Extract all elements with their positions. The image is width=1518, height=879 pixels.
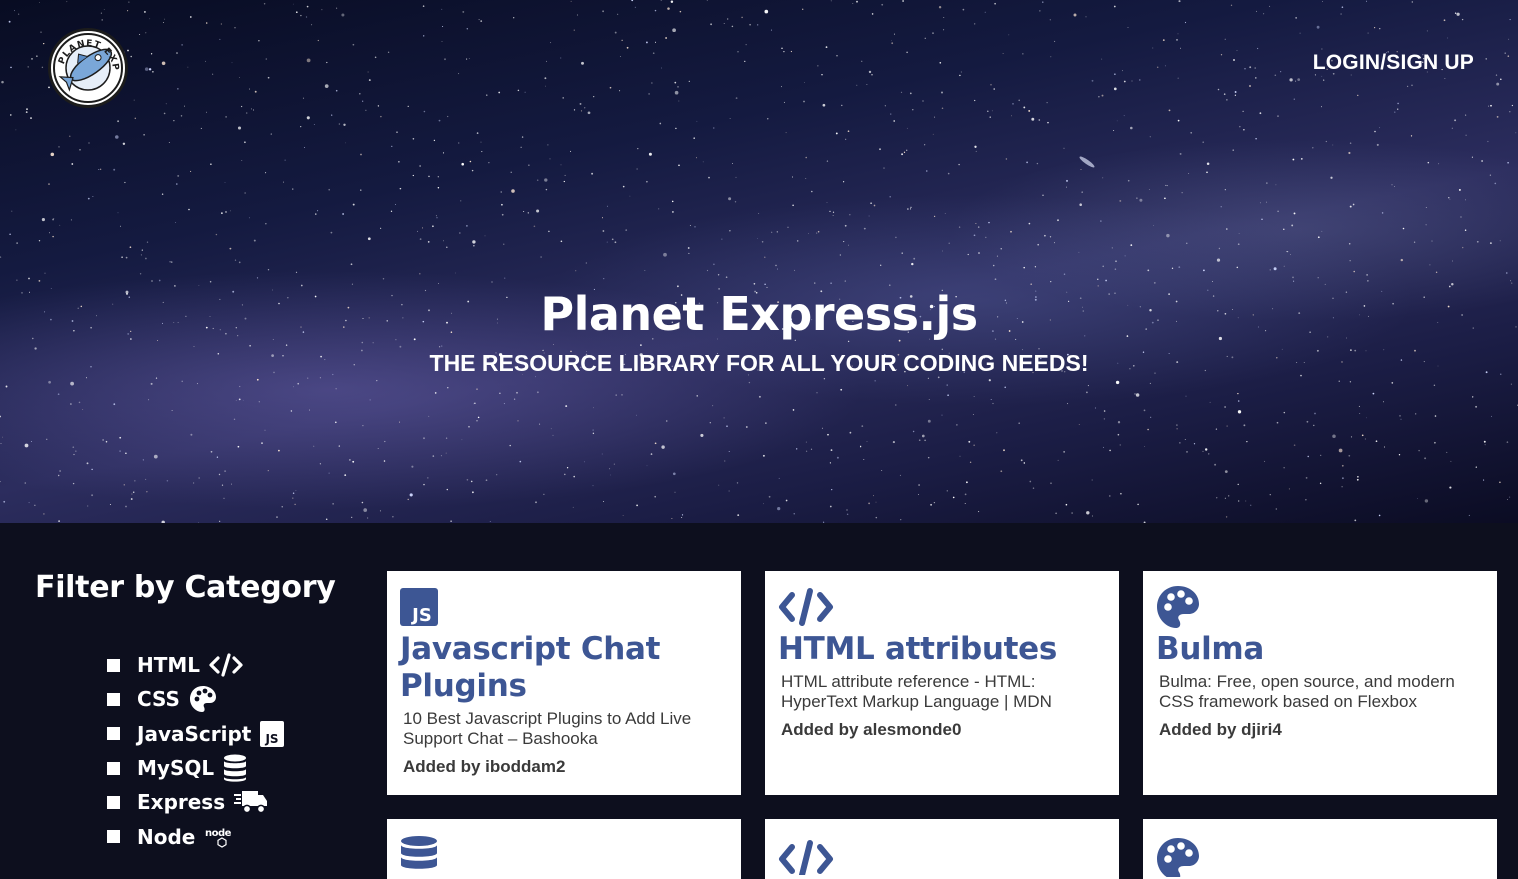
category-filter-list: HTML CSS JavaScript JS MySQL Express Nod… [107, 648, 285, 854]
filter-label-mysql: MySQL [137, 756, 215, 781]
code-icon [209, 653, 243, 677]
filter-checkbox-css[interactable] [107, 692, 120, 706]
starfield-background [0, 0, 1518, 523]
card-title[interactable]: HTML attributes [778, 631, 1103, 668]
filter-item-css[interactable]: CSS [107, 682, 284, 716]
filter-checkbox-javascript[interactable] [107, 727, 120, 741]
card-description: HTML attribute reference - HTML: HyperTe… [781, 672, 1052, 711]
filter-label-express: Express [137, 790, 226, 815]
resource-card[interactable] [387, 819, 741, 879]
resource-card[interactable]: Bulma Bulma: Free, open source, and mode… [1143, 571, 1497, 795]
svg-text:JS: JS [265, 732, 279, 746]
filter-label-javascript: JavaScript [137, 721, 252, 746]
database-icon [400, 835, 725, 875]
code-icon [778, 835, 1103, 875]
js-icon: JS [400, 587, 725, 627]
hero-subtitle: THE RESOURCE LIBRARY FOR ALL YOUR CODING… [429, 350, 1089, 376]
hero-title: Planet Express.js [540, 287, 978, 341]
card-author: Added by alesmonde0 [781, 720, 962, 739]
filter-item-javascript[interactable]: JavaScript JS [107, 717, 285, 751]
palette-icon [189, 685, 217, 713]
resource-card[interactable] [765, 819, 1119, 879]
svg-text:node: node [205, 828, 232, 839]
node-icon: node [204, 825, 240, 849]
palette-icon [1156, 586, 1481, 628]
filter-checkbox-mysql[interactable] [107, 761, 120, 775]
js-icon: JS [260, 720, 285, 747]
login-signup-link[interactable]: LOGIN/SIGN UP [1313, 51, 1474, 75]
filter-checkbox-html[interactable] [107, 658, 120, 672]
hero-banner: PLANET EXPRESS.js LOGIN/SIGN UP Planet E… [0, 0, 1518, 523]
filter-item-express[interactable]: Express [107, 785, 284, 819]
card-description: Bulma: Free, open source, and modern CSS… [1159, 672, 1455, 711]
code-icon [778, 587, 1103, 627]
filter-item-mysql[interactable]: MySQL [107, 751, 284, 785]
filter-label-node: Node [137, 824, 196, 849]
svg-text:JS: JS [410, 605, 432, 626]
resource-card[interactable]: HTML attributes HTML attribute reference… [765, 571, 1119, 795]
resource-card[interactable]: JS Javascript Chat Plugins 10 Best Javas… [387, 571, 741, 795]
card-title[interactable]: Javascript Chat Plugins [400, 631, 725, 705]
filter-label-css: CSS [137, 687, 180, 712]
resource-card[interactable] [1143, 819, 1497, 879]
filter-label-html: HTML [137, 653, 201, 678]
filter-item-html[interactable]: HTML [107, 648, 284, 682]
filter-checkbox-express[interactable] [107, 795, 120, 809]
card-author: Added by iboddam2 [403, 757, 566, 776]
planet-express-logo[interactable]: PLANET EXPRESS.js [48, 28, 128, 108]
truck-icon [234, 789, 268, 815]
card-title[interactable]: Bulma [1156, 631, 1481, 668]
database-icon [223, 754, 247, 782]
filter-item-node[interactable]: Node node [107, 819, 284, 853]
card-author: Added by djiri4 [1159, 720, 1282, 739]
card-description: 10 Best Javascript Plugins to Add Live S… [403, 709, 692, 748]
palette-icon [1156, 835, 1481, 877]
filter-checkbox-node[interactable] [107, 830, 120, 844]
filter-title: Filter by Category [35, 570, 336, 605]
